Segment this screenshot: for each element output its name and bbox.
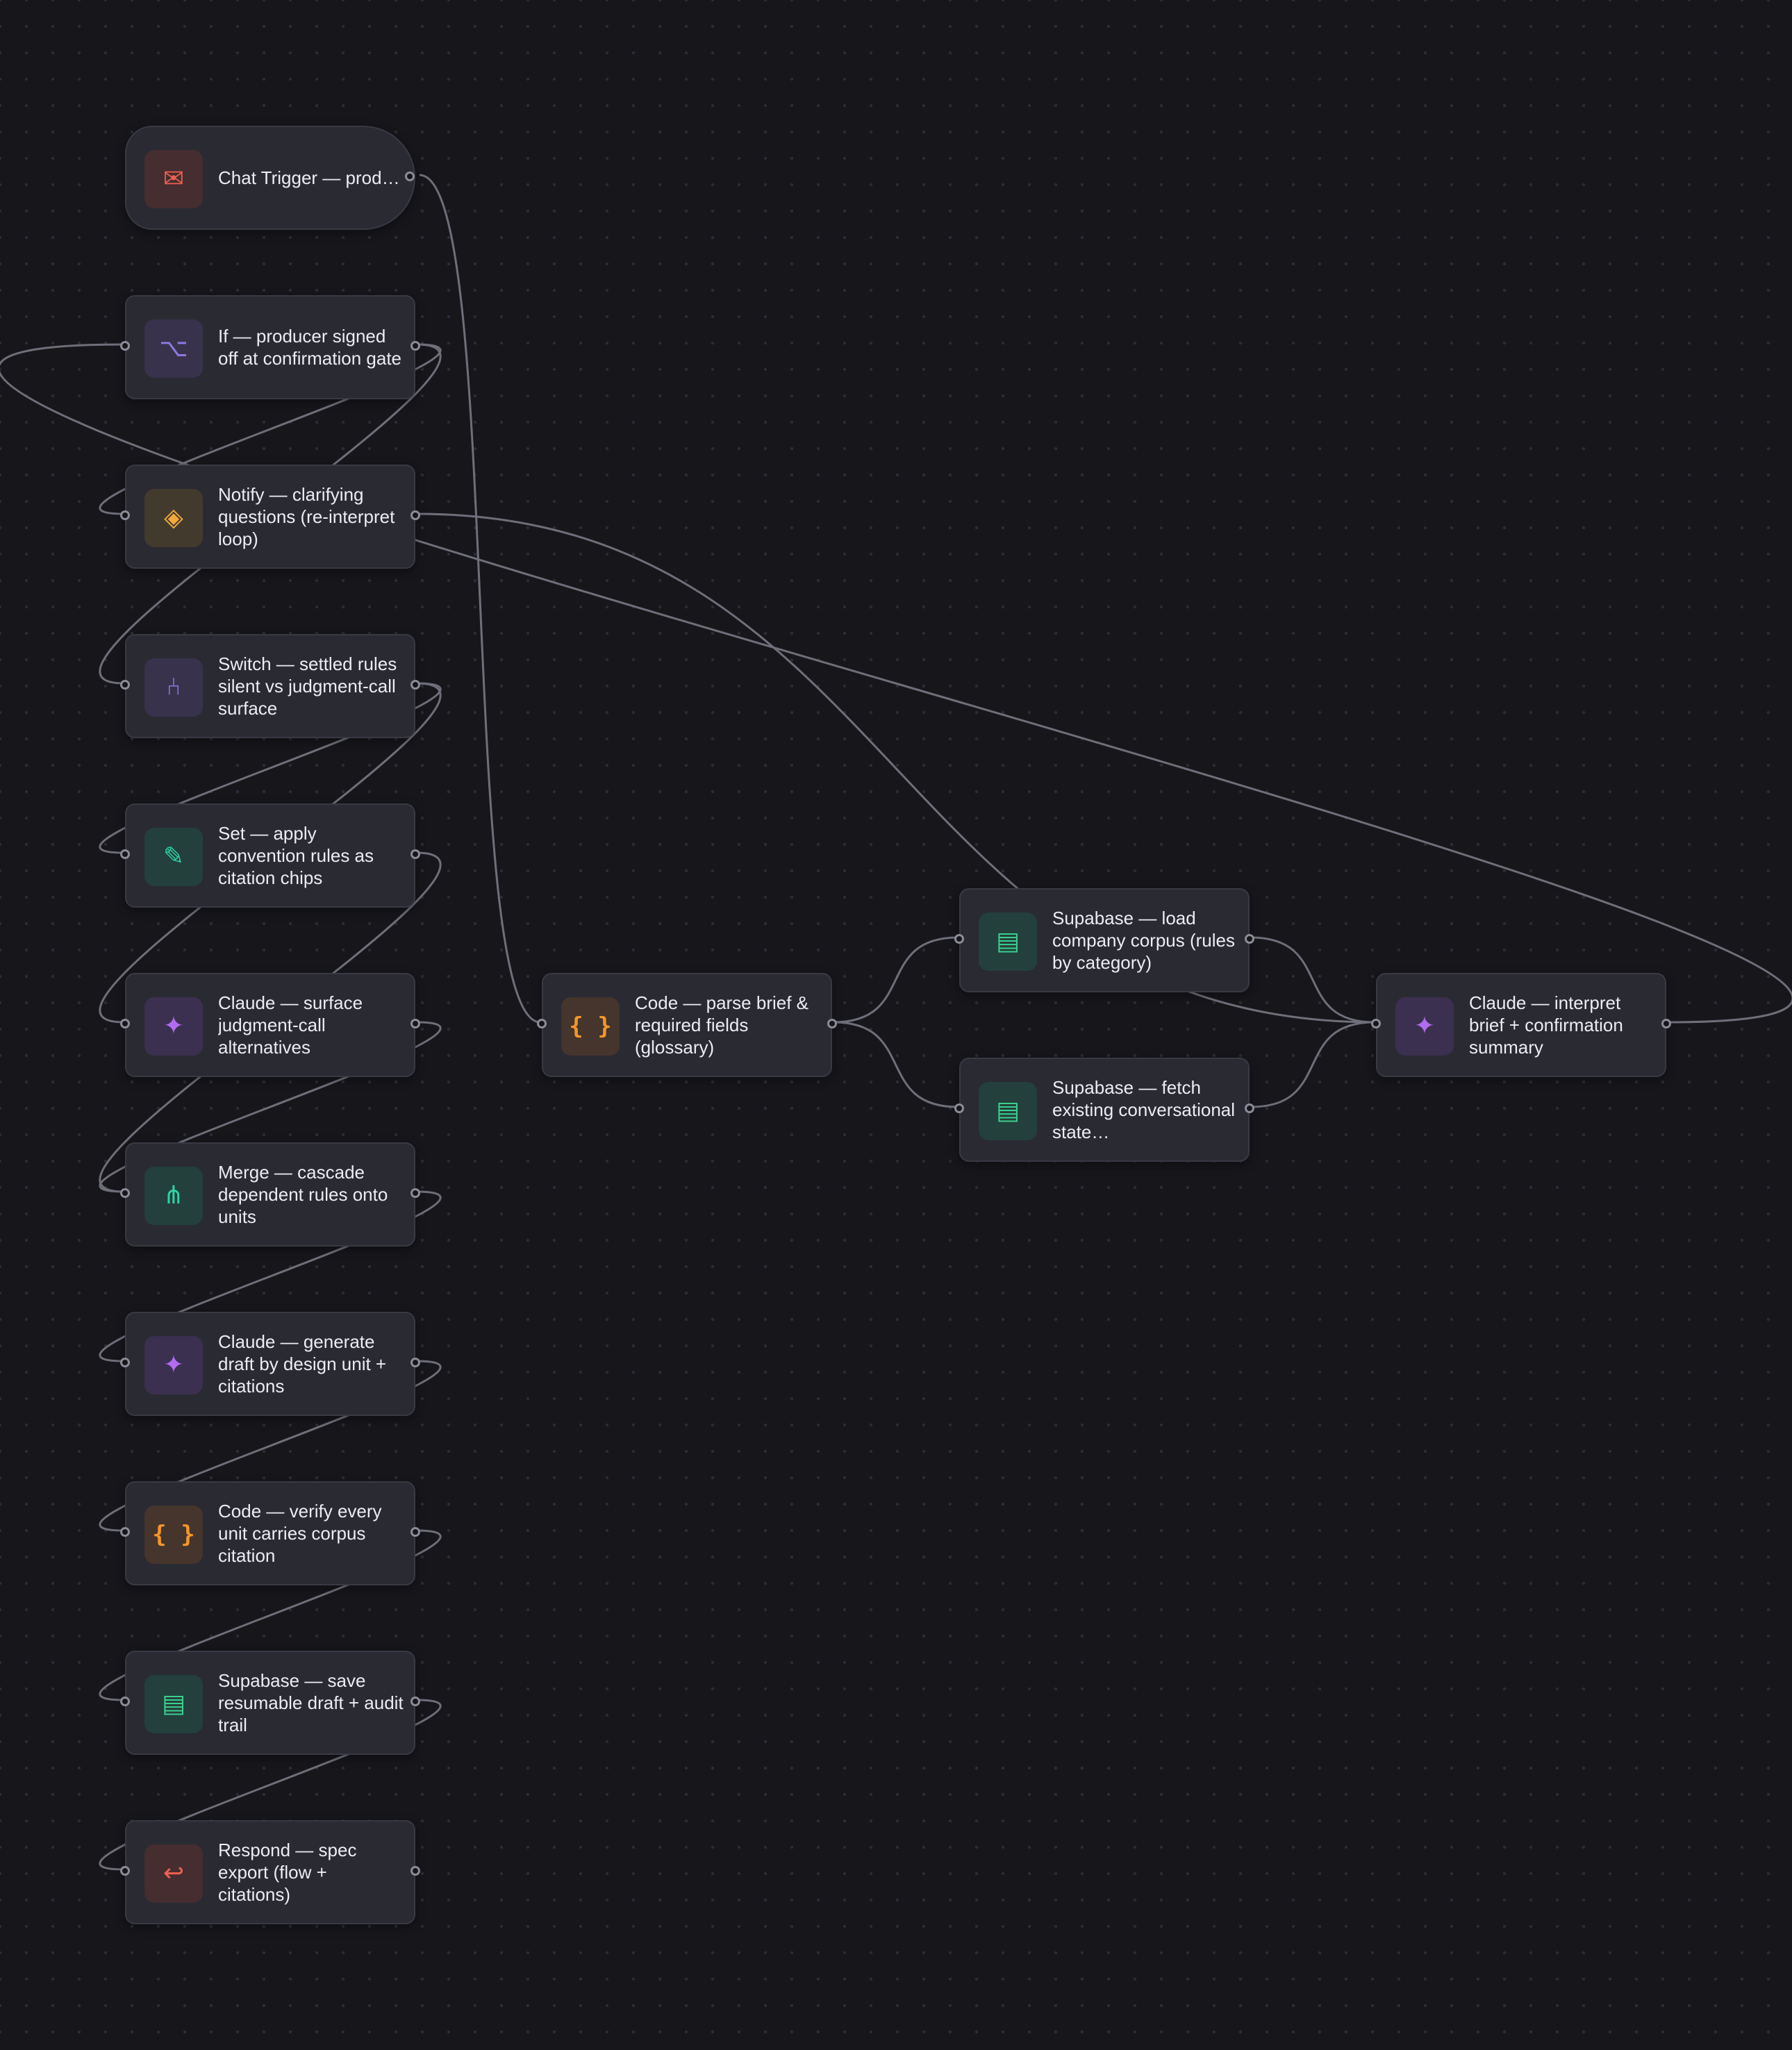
node-label: Claude — interpret brief + confirmation … xyxy=(1469,992,1623,1058)
output-port[interactable] xyxy=(410,341,420,351)
output-port[interactable] xyxy=(1245,934,1254,944)
output-port[interactable] xyxy=(410,1697,420,1706)
input-port[interactable] xyxy=(120,680,130,690)
node-label: If — producer signed off at confirmation… xyxy=(218,326,402,369)
output-port[interactable] xyxy=(410,1527,420,1537)
merge-icon: ⋔ xyxy=(144,1167,203,1225)
node-label: Supabase — load company corpus (rules by… xyxy=(1052,908,1235,973)
connection-code-parse-to-supabase-state xyxy=(833,1021,959,1108)
output-port[interactable] xyxy=(410,1358,420,1367)
input-port[interactable] xyxy=(120,1019,130,1028)
output-port[interactable] xyxy=(1661,1019,1671,1028)
connection-supabase-corpus-to-claude-interpret xyxy=(1250,936,1375,1024)
node-label: Notify — clarifying questions (re-interp… xyxy=(218,484,395,549)
node-code-parse[interactable]: { } Code — parse brief & required fields … xyxy=(537,973,837,1077)
diamond-icon: ◈ xyxy=(144,489,203,547)
node-label: Supabase — fetch existing conversational… xyxy=(1052,1077,1236,1142)
output-port[interactable] xyxy=(827,1019,837,1028)
output-port[interactable] xyxy=(405,172,415,181)
connection-code-parse-to-supabase-corpus xyxy=(833,936,959,1024)
input-port[interactable] xyxy=(954,1103,964,1113)
node-notify-clarify[interactable]: ◈ Notify — clarifying questions (re-inter… xyxy=(120,465,420,569)
node-label: Chat Trigger — producer brief (use case/… xyxy=(218,167,404,188)
node-supabase-save[interactable]: ▤ Supabase — save resumable draft + audit… xyxy=(120,1651,420,1755)
output-port[interactable] xyxy=(410,849,420,859)
output-port[interactable] xyxy=(410,1866,420,1876)
input-port[interactable] xyxy=(120,849,130,859)
input-port[interactable] xyxy=(120,1527,130,1537)
node-label: Merge — cascade dependent rules onto uni… xyxy=(218,1162,388,1227)
node-supabase-corpus[interactable]: ▤ Supabase — load company corpus (rules b… xyxy=(954,888,1254,992)
node-if-signoff[interactable]: ⌥ If — producer signed off at confirmatio… xyxy=(120,295,420,399)
node-merge-cascade[interactable]: ⋔ Merge — cascade dependent rules onto un… xyxy=(120,1142,420,1247)
input-port[interactable] xyxy=(954,934,964,944)
node-label: Set — apply convention rules as citation… xyxy=(218,823,374,888)
sparkle-icon: ✦ xyxy=(1395,997,1454,1056)
input-port[interactable] xyxy=(120,341,130,351)
node-supabase-state[interactable]: ▤ Supabase — fetch existing conversationa… xyxy=(954,1058,1254,1162)
workflow-canvas[interactable]: ✉ Chat Trigger — producer brief (use case… xyxy=(0,0,1792,2050)
output-port[interactable] xyxy=(410,1188,420,1198)
database-icon: ▤ xyxy=(979,912,1037,971)
fork-icon: ⑃ xyxy=(144,658,203,717)
sparkle-icon: ✦ xyxy=(144,1336,203,1394)
node-label: Code — parse brief & required fields (gl… xyxy=(635,992,809,1058)
input-port[interactable] xyxy=(120,1866,130,1876)
node-label: Supabase — save resumable draft + audit … xyxy=(218,1670,404,1735)
input-port[interactable] xyxy=(120,1697,130,1706)
output-port[interactable] xyxy=(410,680,420,690)
sparkle-icon: ✦ xyxy=(144,997,203,1056)
node-code-verify[interactable]: { } Code — verify every unit carries corp… xyxy=(120,1481,420,1585)
input-port[interactable] xyxy=(537,1019,547,1028)
node-respond-export[interactable]: ↩ Respond — spec export (flow + citations… xyxy=(120,1820,420,1924)
node-claude-draft[interactable]: ✦ Claude — generate draft by design unit … xyxy=(120,1312,420,1416)
database-icon: ▤ xyxy=(979,1082,1037,1140)
output-port[interactable] xyxy=(410,510,420,520)
node-label: Claude — generate draft by design unit +… xyxy=(218,1331,387,1397)
braces-icon: { } xyxy=(144,1506,203,1564)
node-claude-interpret[interactable]: ✦ Claude — interpret brief + confirmation… xyxy=(1371,973,1671,1077)
node-label: Switch — settled rules silent vs judgmen… xyxy=(218,653,397,719)
output-port[interactable] xyxy=(410,1019,420,1028)
pencil-icon: ✎ xyxy=(144,828,203,886)
node-label: Claude — surface judgment-call alternati… xyxy=(218,992,363,1058)
node-chat-trigger[interactable]: ✉ Chat Trigger — producer brief (use case… xyxy=(125,126,415,230)
node-set-citation[interactable]: ✎ Set — apply convention rules as citatio… xyxy=(120,803,420,908)
connection-supabase-state-to-claude-interpret xyxy=(1250,1021,1375,1108)
database-icon: ▤ xyxy=(144,1675,203,1733)
envelope-icon: ✉ xyxy=(144,150,203,208)
output-port[interactable] xyxy=(1245,1103,1254,1113)
node-claude-alternatives[interactable]: ✦ Claude — surface judgment-call alternat… xyxy=(120,973,420,1077)
connection-chat-trigger-to-code-parse xyxy=(419,174,541,1024)
input-port[interactable] xyxy=(1371,1019,1381,1028)
input-port[interactable] xyxy=(120,1358,130,1367)
branch-icon: ⌥ xyxy=(144,319,203,378)
return-arrow-icon: ↩ xyxy=(144,1844,203,1903)
input-port[interactable] xyxy=(120,510,130,520)
braces-icon: { } xyxy=(561,997,620,1056)
node-label: Code — verify every unit carries corpus … xyxy=(218,1501,382,1566)
node-switch-rules[interactable]: ⑃ Switch — settled rules silent vs judgme… xyxy=(120,634,420,738)
input-port[interactable] xyxy=(120,1188,130,1198)
node-label: Respond — spec export (flow + citations) xyxy=(218,1840,357,1905)
